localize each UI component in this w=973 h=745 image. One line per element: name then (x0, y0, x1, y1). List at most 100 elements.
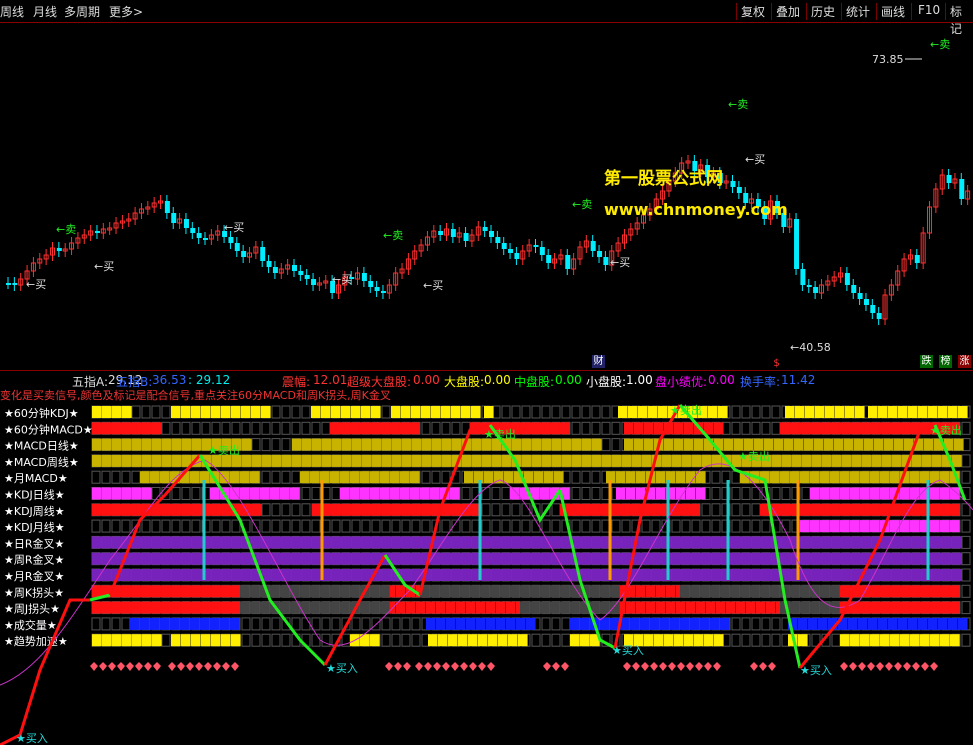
indicator-cell-filled (464, 471, 474, 484)
indicator-cell-empty (561, 405, 571, 419)
indicator-cell-empty (611, 421, 621, 435)
indicator-cell-filled (634, 438, 644, 451)
indicator-cell-filled (484, 406, 494, 418)
indicator-cell-filled (446, 617, 456, 630)
indicator-cell-filled (332, 569, 342, 581)
dollar-tag[interactable]: $ (770, 357, 783, 370)
statistics-button[interactable]: 统计 (846, 3, 870, 20)
indicator-cell-filled (850, 422, 860, 435)
indicator-cell-filled (686, 487, 696, 500)
indicator-cell-filled (112, 406, 122, 418)
tab-weekly[interactable]: 周线 (0, 3, 24, 20)
indicator-cell-filled (476, 617, 486, 630)
history-button[interactable]: 历史 (811, 3, 835, 20)
indicator-cell-filled (918, 406, 928, 418)
indicator-cell-filled (478, 634, 488, 647)
tab-more[interactable]: 更多> (109, 3, 143, 20)
finance-tag[interactable]: 财 (592, 355, 605, 368)
indicator-cell-filled (270, 487, 280, 500)
candle-body (603, 257, 609, 265)
indicator-cell-gray (540, 601, 550, 614)
indicator-cell-filled (622, 454, 632, 467)
indicator-cell-empty (101, 519, 111, 533)
indicator-cell-filled (112, 601, 122, 614)
indicator-cell-empty (601, 438, 611, 452)
indicator-cell-filled (790, 422, 800, 435)
indicator-cell-filled (726, 601, 736, 614)
fuquan-button[interactable]: 复权 (741, 3, 765, 20)
indicator-cell-empty (161, 421, 171, 435)
indicator-cell-filled (152, 601, 162, 614)
diamond-icon (876, 662, 884, 671)
indicator-cell-filled (752, 569, 762, 581)
indicator-cell-empty (211, 519, 221, 533)
indicator-cell-filled (251, 406, 261, 418)
indicator-cell-filled (940, 503, 950, 516)
indicator-cell-filled (102, 503, 112, 516)
tab-multi-period[interactable]: 多周期 (64, 3, 100, 20)
indicator-cell-filled (582, 454, 592, 467)
indicator-cell-filled (860, 487, 870, 500)
indicator-cell-filled (940, 520, 950, 533)
indicator-cell-filled (646, 601, 656, 614)
f10-button[interactable]: F10 (918, 3, 940, 17)
indicator-cell-filled (132, 569, 142, 581)
indicator-cell-filled (850, 471, 860, 484)
tab-monthly[interactable]: 月线 (33, 3, 57, 20)
indicator-cell-filled (222, 601, 232, 614)
indicator-cell-filled (112, 503, 122, 516)
indicator-cell-filled (666, 585, 676, 598)
indicator-cell-empty (581, 405, 591, 419)
signal-label-buy: ←买 (94, 260, 114, 273)
indicator-panel[interactable]: ★60分钟KDJ★ ★60分钟MACD★ ★MACD日线★ ★MACD周线★ ★月MAC… (0, 400, 973, 745)
signal-label-buy: ←买 (224, 221, 244, 234)
indicator-cell-gray (480, 585, 490, 598)
indicator-cell-empty (271, 519, 281, 533)
indicator-cell-gray (240, 585, 250, 598)
diamond-icon (903, 662, 911, 671)
rank-tag[interactable]: 榜 (939, 355, 952, 368)
sell-signal-label: ★卖出 (208, 443, 240, 457)
draw-line-button[interactable]: 画线 (881, 3, 905, 20)
indicator-cell-filled (958, 617, 968, 630)
indicator-cell-filled (888, 617, 898, 630)
indicator-cell-empty (391, 519, 401, 533)
indicator-cell-empty (291, 405, 301, 419)
overlay-button[interactable]: 叠加 (776, 3, 800, 20)
indicator-cell-empty (581, 519, 591, 533)
indicator-cell-filled (656, 471, 666, 484)
indicator-cell-filled (402, 503, 412, 516)
indicator-cell-filled (602, 454, 612, 467)
indicator-cell-filled (910, 471, 920, 484)
indicator-cell-filled (942, 536, 952, 549)
indicator-cell-filled (560, 422, 570, 435)
indicator-cell-filled (212, 601, 222, 614)
indicator-cell-filled (650, 503, 660, 516)
indicator-cell-filled (330, 471, 340, 484)
indicator-cell-empty (441, 421, 451, 435)
candle-body (590, 241, 596, 251)
indicator-cell-empty (151, 405, 161, 419)
indicator-cell-filled (332, 503, 342, 516)
indicator-cell-filled (280, 487, 290, 500)
candlestick-chart[interactable]: ←买 ←卖 ←买 ←买 ←卖 ←买 ←买 ←卖 ←买 ←卖 ←买 ←卖 73.85 ←40.58 (0, 23, 973, 370)
indicator-cell-empty (191, 421, 201, 435)
indicator-cell-filled (506, 617, 516, 630)
indicator-cell-filled (782, 536, 792, 549)
rise-rank-tag[interactable]: 涨 (958, 355, 971, 368)
candle-body (794, 219, 800, 269)
diamond-icon (126, 662, 134, 671)
indicator-cell-filled (102, 487, 112, 500)
fall-rank-tag[interactable]: 跌 (920, 355, 933, 368)
indicator-cell-filled (380, 487, 390, 500)
indicator-cell-filled (890, 471, 900, 484)
indicator-cell-filled (512, 569, 522, 581)
indicator-cell-filled (928, 406, 938, 418)
indicator-cell-filled (862, 536, 872, 549)
candle-body (56, 248, 62, 251)
indicator-cell-empty (311, 633, 321, 647)
indicator-cell-empty (571, 405, 581, 419)
indicator-cell-empty (181, 519, 191, 533)
indicator-cell-empty (571, 470, 581, 484)
indicator-cell-filled (636, 585, 646, 598)
